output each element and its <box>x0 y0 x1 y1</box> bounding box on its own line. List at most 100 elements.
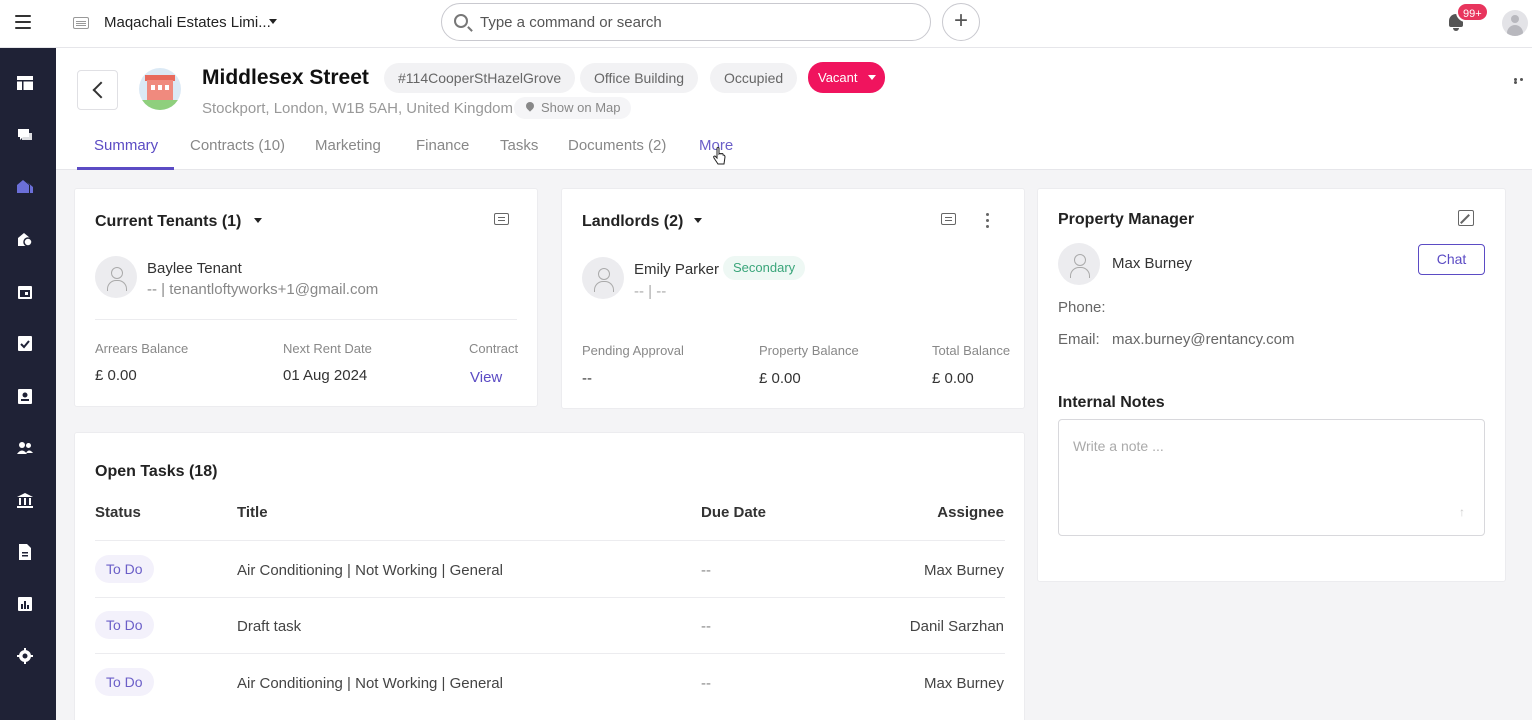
task-title[interactable]: Draft task <box>237 618 301 635</box>
property-balance-label: Property Balance <box>759 343 859 358</box>
reports-icon[interactable] <box>16 595 34 613</box>
settings-icon[interactable] <box>16 647 34 665</box>
task-assignee: Max Burney <box>923 562 1004 579</box>
org-logo-icon <box>73 17 89 29</box>
task-due-date: -- <box>701 618 711 635</box>
tab-summary[interactable]: Summary <box>94 137 158 154</box>
page-title: Middlesex Street <box>202 66 369 89</box>
chevron-down-icon[interactable] <box>694 218 702 223</box>
tenant-name[interactable]: Baylee Tenant <box>147 260 242 277</box>
properties-icon[interactable] <box>16 177 34 195</box>
contacts-icon[interactable] <box>16 387 34 405</box>
task-title[interactable]: Air Conditioning | Not Working | General <box>237 562 503 579</box>
internal-notes-title: Internal Notes <box>1058 394 1165 411</box>
view-contract-link[interactable]: View <box>470 369 502 386</box>
user-avatar[interactable] <box>1502 10 1528 36</box>
next-rent-date-label: Next Rent Date <box>283 341 372 356</box>
add-button[interactable]: + <box>942 3 980 41</box>
task-status-badge[interactable]: To Do <box>95 555 154 583</box>
tab-finance[interactable]: Finance <box>416 137 469 154</box>
search-input[interactable] <box>480 12 910 32</box>
calendar-icon[interactable] <box>16 283 34 301</box>
property-manager-title: Property Manager <box>1058 211 1195 228</box>
contract-label: Contract <box>469 341 519 356</box>
bank-icon[interactable] <box>16 491 34 509</box>
arrears-balance-label: Arrears Balance <box>95 341 189 356</box>
send-arrow-icon[interactable]: ↑ <box>1459 505 1469 519</box>
manager-avatar <box>1058 243 1100 285</box>
row-divider <box>95 653 1005 654</box>
landlord-avatar <box>582 257 624 299</box>
more-options-icon[interactable] <box>986 213 989 231</box>
tab-marketing[interactable]: Marketing <box>315 137 381 154</box>
pending-approval-value: -- <box>582 370 592 387</box>
property-thumbnail <box>139 68 181 110</box>
landlords-title: Landlords (2) <box>582 213 684 230</box>
menu-icon[interactable] <box>15 15 31 29</box>
tab-contracts[interactable]: Contracts (10) <box>190 137 285 154</box>
active-tab-indicator <box>77 167 174 170</box>
occupancy-chip: Occupied <box>710 63 798 93</box>
task-due-date: -- <box>701 562 711 579</box>
secondary-badge: Secondary <box>723 256 806 280</box>
column-header-title[interactable]: Title <box>237 504 268 521</box>
status-dropdown[interactable]: Vacant <box>808 62 885 93</box>
task-due-date: -- <box>701 675 711 692</box>
chevron-down-icon[interactable] <box>254 218 262 223</box>
property-header: Middlesex Street #114CooperStHazelGrove … <box>56 48 1532 170</box>
people-icon[interactable] <box>16 439 34 457</box>
total-balance-value: £ 0.00 <box>932 370 974 387</box>
property-address: Stockport, London, W1B 5AH, United Kingd… <box>202 100 514 117</box>
divider <box>95 319 517 320</box>
next-rent-date-value: 01 Aug 2024 <box>283 367 368 384</box>
column-header-status[interactable]: Status <box>95 504 141 521</box>
chat-icon[interactable] <box>494 213 509 225</box>
show-on-map-label: Show on Map <box>541 100 621 115</box>
chat-button[interactable]: Chat <box>1418 244 1485 275</box>
finance-icon[interactable] <box>16 230 34 248</box>
sidebar <box>0 48 56 720</box>
task-assignee: Danil Sarzhan <box>909 618 1004 635</box>
org-switcher[interactable]: Maqachali Estates Limi... <box>104 14 271 31</box>
top-bar: Maqachali Estates Limi... + 99+ <box>0 0 1532 48</box>
row-divider <box>95 540 1005 541</box>
email-label: Email: <box>1058 331 1100 348</box>
show-on-map-button[interactable]: Show on Map <box>514 97 631 119</box>
note-input-box[interactable] <box>1058 419 1485 536</box>
property-balance-value: £ 0.00 <box>759 370 801 387</box>
phone-label: Phone: <box>1058 299 1106 316</box>
chat-icon[interactable] <box>941 213 956 225</box>
landlord-contact: -- | -- <box>634 283 667 300</box>
chevron-down-icon[interactable] <box>269 19 277 24</box>
more-options-icon[interactable] <box>1514 78 1530 84</box>
tenant-avatar <box>95 256 137 298</box>
tab-tasks[interactable]: Tasks <box>500 137 538 154</box>
edit-icon[interactable] <box>1458 210 1474 226</box>
task-status-badge[interactable]: To Do <box>95 611 154 639</box>
cursor-icon <box>713 147 726 165</box>
map-pin-icon <box>524 100 536 112</box>
row-divider <box>95 597 1005 598</box>
column-header-assignee[interactable]: Assignee <box>937 504 1004 521</box>
dashboard-icon[interactable] <box>16 74 34 92</box>
back-button[interactable] <box>77 70 118 110</box>
property-type-chip: Office Building <box>580 63 699 93</box>
notification-count-badge: 99+ <box>1456 2 1489 22</box>
tab-documents[interactable]: Documents (2) <box>568 137 666 154</box>
open-tasks-title: Open Tasks (18) <box>95 463 218 480</box>
email-value[interactable]: max.burney@rentancy.com <box>1112 331 1295 348</box>
note-textarea[interactable] <box>1073 438 1463 498</box>
manager-name: Max Burney <box>1112 255 1193 272</box>
task-title[interactable]: Air Conditioning | Not Working | General <box>237 675 503 692</box>
task-assignee: Max Burney <box>923 675 1004 692</box>
tasks-icon[interactable] <box>16 334 34 352</box>
landlord-name[interactable]: Emily Parker <box>634 261 719 278</box>
total-balance-label: Total Balance <box>932 343 1011 358</box>
tenants-title: Current Tenants (1) <box>95 213 242 230</box>
documents-icon[interactable] <box>16 543 34 561</box>
column-header-due-date[interactable]: Due Date <box>701 504 766 521</box>
messages-icon[interactable] <box>16 126 34 144</box>
arrears-balance-value: £ 0.00 <box>95 367 137 384</box>
command-search[interactable] <box>441 3 931 41</box>
task-status-badge[interactable]: To Do <box>95 668 154 696</box>
